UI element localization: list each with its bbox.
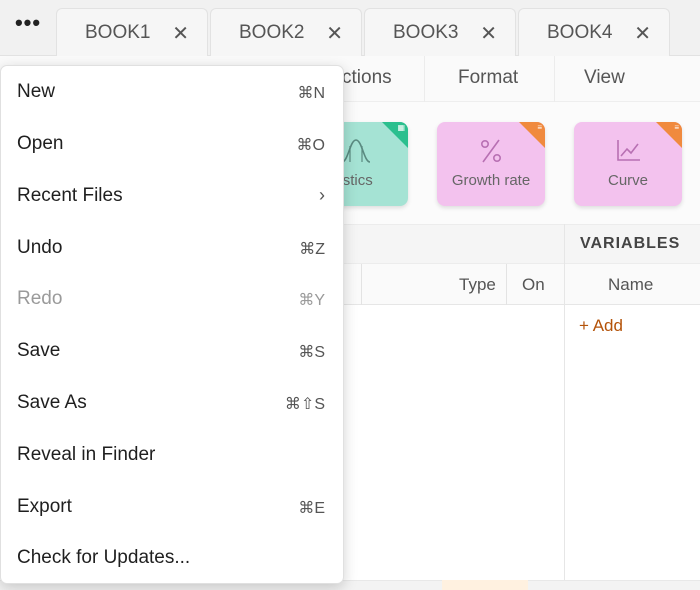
menubar-item-format[interactable]: Format [458, 67, 518, 89]
menu-item-label: Save [17, 340, 61, 361]
book-tabs: BOOK1 ✕ BOOK2 ✕ BOOK3 ✕ BOOK4 ✕ [56, 8, 672, 56]
tab-book2[interactable]: BOOK2 ✕ [210, 8, 362, 56]
menu-item-shortcut: ⌘Y [298, 292, 325, 309]
more-menu-button[interactable]: ••• [0, 0, 56, 56]
tab-book4[interactable]: BOOK4 ✕ [518, 8, 670, 56]
close-icon[interactable]: ✕ [634, 21, 651, 46]
menu-item-check-for-updates[interactable]: Check for Updates... [1, 532, 343, 584]
tab-label: BOOK4 [547, 21, 613, 43]
table-icon: ▦ [397, 123, 405, 132]
line-chart-icon [617, 140, 640, 161]
menu-item-label: Recent Files [17, 185, 123, 206]
curve-tool-button[interactable]: ≡ Curve [574, 122, 682, 206]
tool-label: Growth rate [451, 172, 531, 189]
menubar-item-functions[interactable]: ctions [342, 67, 392, 89]
variables-title: VARIABLES [580, 235, 681, 252]
menu-item-recent-files[interactable]: Recent Files › [1, 170, 343, 222]
menu-item-shortcut: ⌘Z [299, 241, 325, 258]
tool-label: Curve [607, 172, 648, 189]
bottom-highlight [442, 580, 528, 590]
menu-item-undo[interactable]: Undo ⌘Z [1, 222, 343, 274]
growth-rate-tool-button[interactable]: ≡ Growth rate [437, 122, 545, 206]
menubar-divider [424, 56, 425, 102]
menu-item-shortcut: ⌘S [298, 344, 325, 361]
tab-label: BOOK2 [239, 21, 305, 43]
chevron-right-icon: › [319, 185, 325, 205]
tab-book3[interactable]: BOOK3 ✕ [364, 8, 516, 56]
menu-item-redo[interactable]: Redo ⌘Y [1, 273, 343, 325]
tab-bar: ••• BOOK1 ✕ BOOK2 ✕ BOOK3 ✕ BOOK4 ✕ [0, 0, 700, 56]
menu-item-save[interactable]: Save ⌘S [1, 325, 343, 377]
tab-label: BOOK1 [85, 21, 151, 43]
menubar-divider [554, 56, 555, 102]
menu-item-open[interactable]: Open ⌘O [1, 118, 343, 170]
menu-item-new[interactable]: New ⌘N [1, 66, 343, 118]
close-icon[interactable]: ✕ [326, 21, 343, 46]
menu-item-label: Redo [17, 288, 63, 309]
column-divider [506, 264, 507, 305]
menu-item-label: New [17, 81, 56, 102]
column-header-on[interactable]: On [522, 275, 545, 295]
menu-item-shortcut: ⌘⇧S [284, 396, 325, 413]
menu-item-label: Open [17, 133, 64, 154]
close-icon[interactable]: ✕ [172, 21, 189, 46]
menu-item-shortcut: ⌘E [298, 500, 325, 517]
menu-item-label: Check for Updates... [17, 547, 191, 568]
menu-item-shortcut: ⌘O [296, 137, 325, 154]
menu-item-label: Undo [17, 237, 63, 258]
tab-label: BOOK3 [393, 21, 459, 43]
column-header-type[interactable]: Type [459, 275, 496, 295]
list-icon: ≡ [537, 123, 542, 132]
menu-item-shortcut: ⌘N [297, 85, 325, 102]
percent-icon [480, 139, 501, 163]
menu-item-export[interactable]: Export ⌘E [1, 481, 343, 533]
menubar-item-view[interactable]: View [584, 67, 625, 89]
tab-book1[interactable]: BOOK1 ✕ [56, 8, 208, 56]
menu-item-label: Export [17, 496, 72, 517]
list-icon: ≡ [674, 123, 679, 132]
file-menu-dropdown: New ⌘N Open ⌘O Recent Files › Undo ⌘Z Re… [0, 65, 344, 584]
menu-item-label: Reveal in Finder [17, 444, 156, 465]
column-divider [361, 264, 362, 305]
add-variable-button[interactable]: + Add [579, 316, 623, 336]
menu-item-label: Save As [17, 392, 87, 413]
menu-item-reveal-in-finder[interactable]: Reveal in Finder [1, 429, 343, 481]
column-header-name[interactable]: Name [608, 275, 653, 295]
close-icon[interactable]: ✕ [480, 21, 497, 46]
pane-divider[interactable] [564, 224, 565, 590]
menu-item-save-as[interactable]: Save As ⌘⇧S [1, 377, 343, 429]
ellipsis-icon: ••• [14, 10, 42, 35]
